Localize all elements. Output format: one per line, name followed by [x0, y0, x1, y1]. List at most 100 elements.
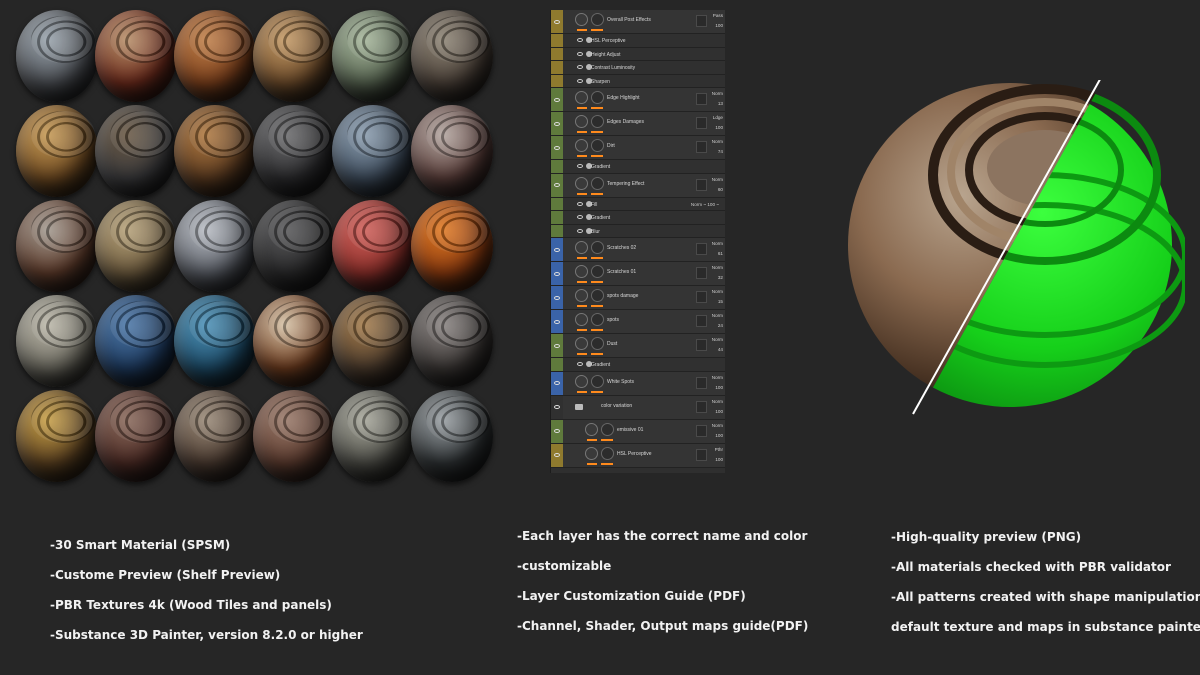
layer-checkbox[interactable]	[696, 15, 707, 27]
layer-checkbox[interactable]	[696, 141, 707, 153]
layer-name[interactable]: spots damage	[607, 293, 638, 299]
layer-checkbox[interactable]	[696, 315, 707, 327]
layer-opacity[interactable]: 100	[715, 433, 723, 438]
layer-opacity[interactable]: 100	[715, 23, 723, 28]
layer-effect-row[interactable]: Fill Norm ~ 100 ~	[551, 197, 725, 211]
visibility-eye-icon[interactable]	[554, 295, 560, 300]
visibility-eye-icon[interactable]	[554, 429, 560, 433]
blend-mode[interactable]: Norm	[712, 375, 723, 380]
blend-mode[interactable]: Norm	[712, 139, 723, 144]
visibility-eye-icon[interactable]	[554, 271, 560, 276]
layer-effect-row[interactable]: Height Adjust	[551, 47, 725, 61]
layer-effect-row[interactable]: Gradient	[551, 211, 725, 225]
layer-name[interactable]: HSL Perceptive	[591, 38, 626, 44]
layer-opacity[interactable]: 100	[715, 125, 723, 130]
visibility-eye-icon[interactable]	[577, 78, 583, 83]
layer-name[interactable]: Fill	[591, 202, 597, 208]
layer-opacity[interactable]: 13	[718, 101, 723, 106]
layer-row[interactable]: Overall Post Effects Pass 100	[551, 10, 725, 34]
layer-opacity[interactable]: 100	[715, 409, 723, 414]
layer-checkbox[interactable]	[696, 93, 707, 105]
visibility-eye-icon[interactable]	[577, 228, 583, 233]
layer-effect-row[interactable]: Blur	[551, 224, 725, 238]
blend-mode[interactable]: Norm	[712, 399, 723, 404]
layer-row[interactable]: spots Norm 24	[551, 310, 725, 334]
blend-mode[interactable]: Norm	[712, 289, 723, 294]
visibility-eye-icon[interactable]	[554, 343, 560, 348]
blend-mode[interactable]: Pthr	[715, 447, 723, 452]
layer-row[interactable]: Scratches 02 Norm 61	[551, 238, 725, 262]
layer-opacity[interactable]: 100	[715, 385, 723, 390]
layer-checkbox[interactable]	[696, 339, 707, 351]
blend-mode[interactable]: Norm	[712, 241, 723, 246]
layer-checkbox[interactable]	[696, 448, 707, 461]
layer-name[interactable]: Contrast Luminosity	[591, 65, 635, 71]
layer-name[interactable]: Edge Highlight	[607, 95, 640, 101]
layer-opacity[interactable]: 61	[718, 251, 723, 256]
layer-row[interactable]: Edge Highlight Norm 13	[551, 88, 725, 112]
layer-name[interactable]: Scratches 01	[607, 269, 636, 275]
layer-row[interactable]: Dirt Norm 74	[551, 136, 725, 160]
layer-opacity[interactable]: 44	[718, 347, 723, 352]
layer-checkbox[interactable]	[696, 400, 707, 413]
layer-row[interactable]: Dust Norm 44	[551, 334, 725, 358]
visibility-eye-icon[interactable]	[554, 381, 560, 385]
blend-mode[interactable]: Norm	[712, 265, 723, 270]
layer-name[interactable]: Overall Post Effects	[607, 17, 651, 23]
blend-mode[interactable]: Norm	[712, 313, 723, 318]
visibility-eye-icon[interactable]	[577, 201, 583, 206]
visibility-eye-icon[interactable]	[554, 183, 560, 187]
layer-opacity[interactable]: 60	[718, 187, 723, 192]
visibility-eye-icon[interactable]	[554, 453, 560, 457]
layer-name[interactable]: Dirt	[607, 143, 615, 149]
layer-name[interactable]: Tempering Effect	[607, 181, 644, 187]
blend-mode[interactable]: Ldge	[713, 115, 723, 120]
layer-opacity[interactable]: 32	[718, 275, 723, 280]
layer-row[interactable]: White Spots Norm 100	[551, 371, 725, 396]
layer-name[interactable]: Scratches 02	[607, 245, 636, 251]
visibility-eye-icon[interactable]	[577, 65, 583, 70]
visibility-eye-icon[interactable]	[577, 362, 583, 367]
layer-row[interactable]: spots damage Norm 15	[551, 286, 725, 310]
visibility-eye-icon[interactable]	[577, 38, 583, 43]
layer-name[interactable]: HSL Perceptive	[617, 451, 652, 457]
visibility-eye-icon[interactable]	[554, 97, 560, 102]
layer-checkbox[interactable]	[696, 291, 707, 303]
layer-name[interactable]: spots	[607, 317, 619, 323]
layer-name[interactable]: Edges Damages	[607, 119, 644, 125]
layer-folder-row[interactable]: color variation Norm 100	[551, 395, 725, 420]
blend-mode[interactable]: Norm	[712, 337, 723, 342]
visibility-eye-icon[interactable]	[577, 164, 583, 169]
layer-row[interactable]: Edges Damages Ldge 100	[551, 112, 725, 136]
visibility-eye-icon[interactable]	[554, 319, 560, 324]
layer-checkbox[interactable]	[696, 117, 707, 129]
blend-mode[interactable]: Norm	[712, 177, 723, 182]
layer-effect-row[interactable]: Contrast Luminosity	[551, 61, 725, 75]
layer-name[interactable]: Gradient	[591, 362, 610, 368]
visibility-eye-icon[interactable]	[554, 121, 560, 126]
layer-row[interactable]: Tempering Effect Norm 60	[551, 173, 725, 198]
layer-name[interactable]: Dust	[607, 341, 617, 347]
layer-checkbox[interactable]	[696, 178, 707, 191]
layer-checkbox[interactable]	[696, 267, 707, 279]
layer-checkbox[interactable]	[696, 424, 707, 437]
layer-stack-panel[interactable]: Overall Post Effects Pass 100 HSL Perceptiv…	[550, 10, 725, 473]
layer-effect-row[interactable]: Sharpen	[551, 74, 725, 88]
layer-name[interactable]: color variation	[601, 403, 632, 409]
layer-name[interactable]: Blur	[591, 229, 600, 235]
layer-checkbox[interactable]	[696, 376, 707, 389]
layer-name[interactable]: Height Adjust	[591, 52, 620, 58]
layer-effect-row[interactable]: Gradient	[551, 160, 725, 174]
blend-mode[interactable]: Norm	[712, 423, 723, 428]
layer-opacity[interactable]: 74	[718, 149, 723, 154]
layer-opacity[interactable]: 15	[718, 299, 723, 304]
visibility-eye-icon[interactable]	[554, 145, 560, 150]
layer-opacity[interactable]: 100	[715, 457, 723, 462]
layer-name[interactable]: Gradient	[591, 164, 610, 170]
layer-name[interactable]: Sharpen	[591, 79, 610, 85]
layer-row[interactable]: HSL Perceptive Pthr 100	[551, 443, 725, 468]
layer-name[interactable]: Gradient	[591, 215, 610, 221]
layer-name[interactable]: emissive 01	[617, 427, 643, 433]
visibility-eye-icon[interactable]	[554, 405, 560, 409]
visibility-eye-icon[interactable]	[554, 247, 560, 252]
